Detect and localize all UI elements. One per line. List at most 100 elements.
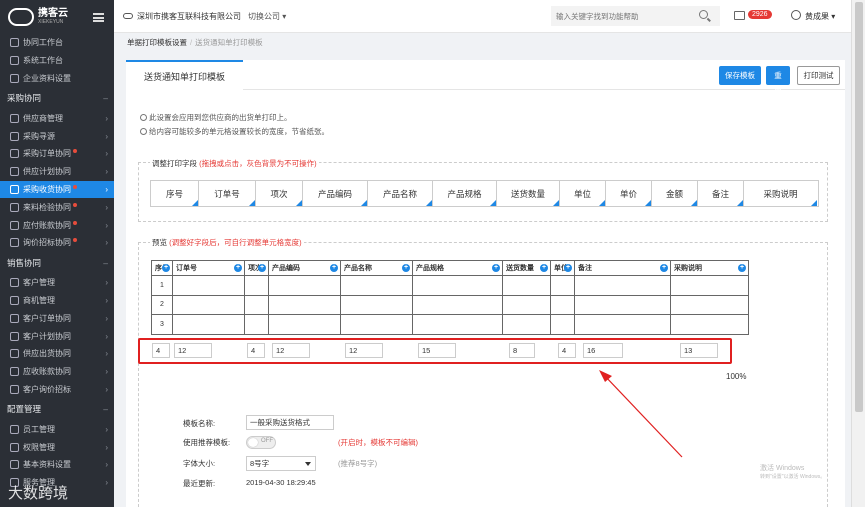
sidebar-item[interactable]: 供应计划协同 ›: [0, 163, 114, 181]
nav-icon: [10, 113, 19, 123]
new-dot: [73, 220, 77, 225]
chevron-right-icon: ›: [105, 131, 108, 141]
breadcrumb-current: 送货通知单打印模板: [195, 38, 263, 47]
breadcrumb: 单据打印模板设置 / 送货通知单打印模板: [114, 34, 851, 51]
sidebar-item[interactable]: 客户询价招标 ›: [0, 381, 114, 399]
chevron-right-icon: ›: [105, 238, 108, 248]
nav-icon: [10, 278, 19, 288]
sidebar-group[interactable]: 销售协同 –: [0, 252, 114, 274]
user-avatar-icon[interactable]: [791, 10, 801, 20]
nav-icon: [10, 149, 19, 159]
user-menu[interactable]: 黄成果 ▾: [805, 11, 835, 22]
sidebar-item[interactable]: 权限管理 ›: [0, 438, 114, 456]
chevron-right-icon: ›: [105, 442, 108, 452]
toggle-knob: [248, 438, 258, 447]
chevron-right-icon: ›: [105, 220, 108, 230]
chevron-right-icon: ›: [105, 424, 108, 434]
sidebar-item[interactable]: 应收账款协同 ›: [0, 363, 114, 381]
scrollbar-thumb[interactable]: [855, 2, 863, 412]
sidebar-item[interactable]: 应付账款协同 ›: [0, 216, 114, 234]
sidebar-item[interactable]: 询价招标协同 ›: [0, 234, 114, 252]
chevron-right-icon: ›: [105, 113, 108, 123]
new-dot: [73, 202, 77, 207]
new-dot: [73, 238, 77, 243]
sidebar-group[interactable]: 采购协同 –: [0, 87, 114, 109]
logo: 携客云 XIEKEYUN: [0, 0, 114, 34]
sidebar-item[interactable]: 系统工作台: [0, 52, 114, 70]
nav-icon: [10, 331, 19, 341]
sidebar-item[interactable]: 供应出货协同 ›: [0, 345, 114, 363]
sidebar-item[interactable]: 商机管理 ›: [0, 292, 114, 310]
nav-icon: [10, 184, 19, 194]
nav-icon: [10, 220, 19, 230]
last-updated-value: 2019-04-30 18:29:45: [246, 478, 316, 487]
chevron-right-icon: ›: [105, 331, 108, 341]
font-size-select[interactable]: 8号字: [246, 456, 316, 471]
brand-sub: XIEKEYUN: [38, 19, 64, 25]
sidebar-item[interactable]: 客户管理 ›: [0, 274, 114, 292]
chevron-right-icon: ›: [105, 184, 108, 194]
chevron-right-icon: ›: [105, 167, 108, 177]
brand-name: 携客云: [38, 8, 68, 19]
message-icon[interactable]: [734, 11, 745, 20]
main-panel: 送货通知单打印模板 保存模板 重置 打印测试 此设置会应用到您供应商的出货单打印…: [126, 60, 845, 507]
sidebar-item[interactable]: 供应商管理 ›: [0, 109, 114, 127]
new-dot: [73, 184, 77, 189]
sidebar-item[interactable]: 采购订单协同 ›: [0, 145, 114, 163]
sidebar-item[interactable]: 员工管理 ›: [0, 420, 114, 438]
font-size-hint: (推荐8号字): [338, 459, 378, 468]
nav-icon: [10, 460, 19, 470]
chevron-right-icon: ›: [105, 349, 108, 359]
recommend-hint: (开启时，模板不可编辑): [338, 438, 418, 447]
recommend-template-label: 使用推荐模板:: [183, 438, 231, 447]
sidebar: 携客云 XIEKEYUN 协同工作台 系统工作台 企业资料设置 采购协同 – 供应商管理 ›…: [0, 0, 114, 507]
user-name: 黄成果: [805, 12, 829, 21]
switch-company-label: 切换公司: [248, 11, 280, 21]
sidebar-item[interactable]: 基本资料设置 ›: [0, 456, 114, 474]
sidebar-item[interactable]: 客户订单协同 ›: [0, 309, 114, 327]
search-icon[interactable]: [699, 10, 708, 19]
nav-icon: [10, 56, 19, 66]
template-name-label: 模板名称:: [183, 419, 216, 428]
sidebar-item[interactable]: 采购收货协同 ›: [0, 180, 114, 199]
sidebar-item[interactable]: 客户计划协同 ›: [0, 327, 114, 345]
search-input[interactable]: [551, 6, 720, 26]
topbar: 深圳市携客互联科技有限公司 切换公司 ▾ 2926 黄成果 ▾: [114, 0, 851, 33]
nav-icon: [10, 349, 19, 359]
chevron-down-icon: [305, 462, 311, 466]
sidebar-item[interactable]: 协同工作台: [0, 34, 114, 52]
sidebar-nav: 协同工作台 系统工作台 企业资料设置 采购协同 – 供应商管理 › 采购寻源 › 采购订单协同 › 供…: [0, 34, 114, 492]
template-name-input[interactable]: 一般采购送货格式: [246, 415, 334, 430]
company-icon: [123, 13, 133, 19]
nav-icon: [10, 442, 19, 452]
nav-icon: [10, 131, 19, 141]
nav-icon: [10, 73, 19, 83]
recommend-template-toggle[interactable]: OFF: [246, 436, 276, 449]
message-count-badge: 2926: [748, 10, 772, 19]
switch-company-button[interactable]: 切换公司 ▾: [248, 11, 286, 22]
company-name: 深圳市携客互联科技有限公司: [137, 11, 241, 21]
chevron-right-icon: ›: [105, 295, 108, 305]
cloud-logo-icon: [8, 8, 34, 26]
last-updated-label: 最近更新:: [183, 479, 216, 488]
nav-icon: [10, 313, 19, 323]
nav-icon: [10, 367, 19, 377]
breadcrumb-parent[interactable]: 单据打印模板设置: [127, 38, 187, 47]
chevron-right-icon: ›: [105, 149, 108, 159]
chevron-right-icon: ›: [105, 278, 108, 288]
chevron-right-icon: ›: [105, 202, 108, 212]
sidebar-item[interactable]: 企业资料设置: [0, 70, 114, 88]
sidebar-item[interactable]: 来料检验协同 ›: [0, 198, 114, 216]
nav-icon: [10, 238, 19, 248]
windows-activation-watermark: 激活 Windows 转到"设置"以激活 Windows。: [760, 465, 826, 480]
page-scrollbar[interactable]: [851, 0, 865, 507]
chevron-right-icon: ›: [105, 384, 108, 394]
chevron-right-icon: ›: [105, 367, 108, 377]
font-size-label: 字体大小:: [183, 459, 216, 468]
chevron-right-icon: ›: [105, 478, 108, 488]
watermark-text: 大数跨境: [8, 485, 69, 502]
sidebar-group[interactable]: 配置管理 –: [0, 398, 114, 420]
nav-icon: [10, 384, 19, 394]
menu-toggle-icon[interactable]: [93, 12, 104, 22]
sidebar-item[interactable]: 采购寻源 ›: [0, 127, 114, 145]
